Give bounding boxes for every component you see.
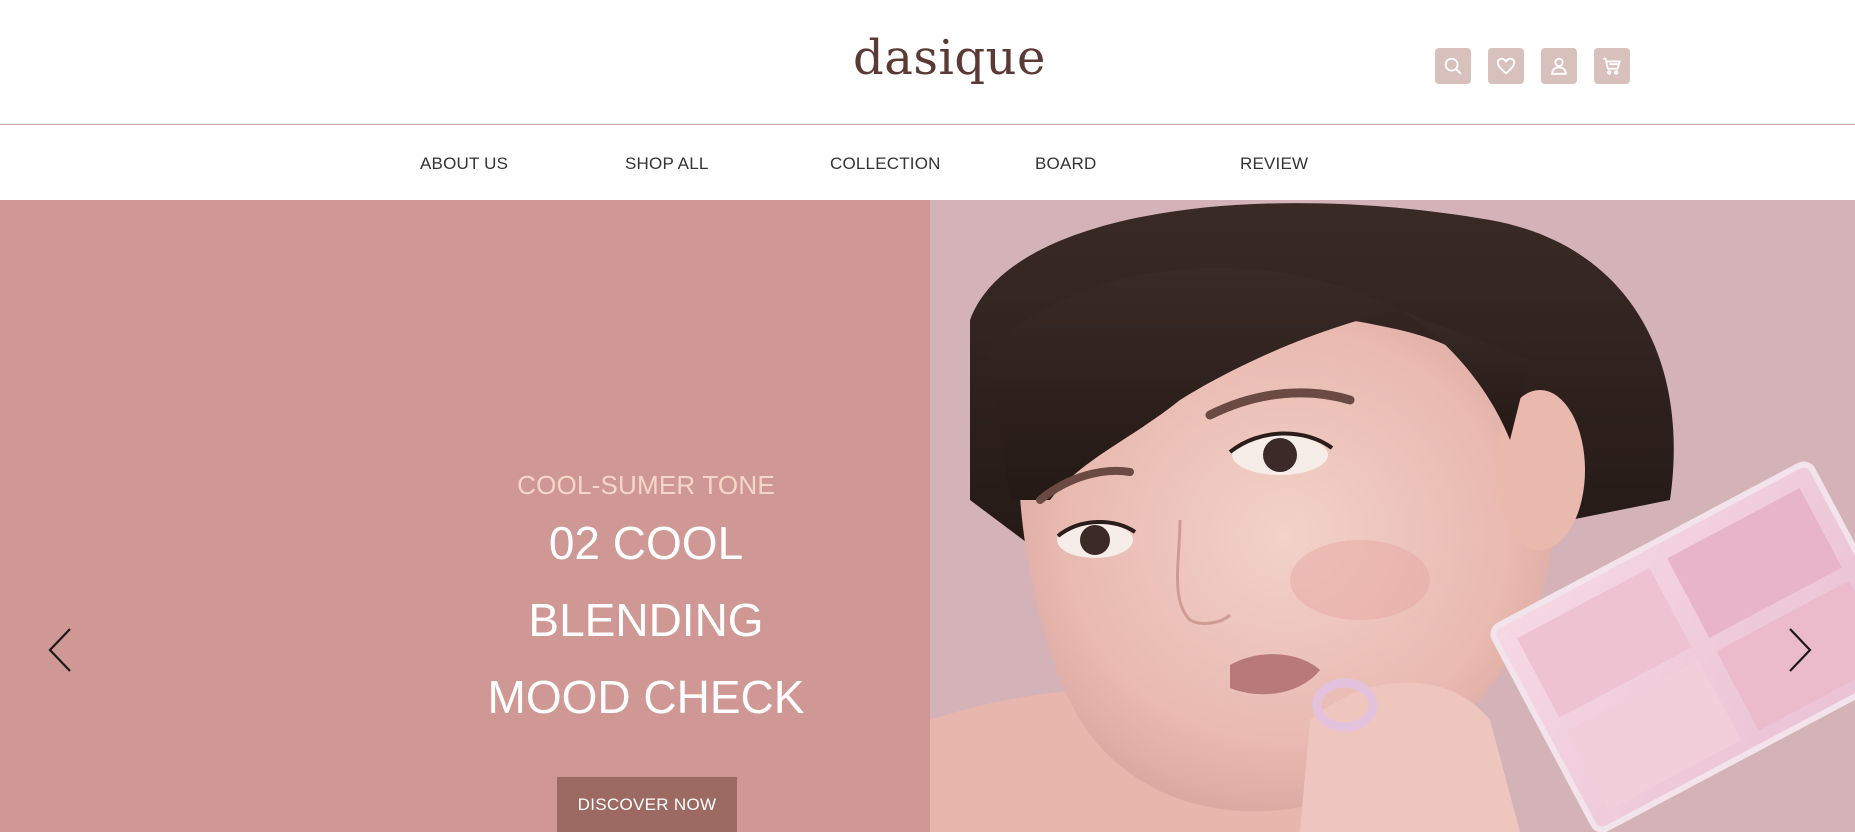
nav-item-collection[interactable]: COLLECTION [830,154,941,174]
chevron-right-icon [1789,628,1812,672]
hero-slider: COOL-SUMER TONE 02 COOL BLENDING MOOD CH… [0,200,1855,832]
nav-item-review[interactable]: REVIEW [1240,154,1308,174]
chevron-left-icon [48,628,71,672]
next-slide-arrow[interactable] [1784,625,1814,675]
hero-text-panel: COOL-SUMER TONE 02 COOL BLENDING MOOD CH… [0,200,930,832]
cart-icon[interactable] [1594,48,1630,84]
hero-headline: 02 COOL BLENDING MOOD CHECK [430,505,862,736]
main-nav: ABOUT US SHOP ALL COLLECTION BOARD REVIE… [0,126,1855,200]
user-icon[interactable] [1541,48,1577,84]
hero-image [930,200,1855,832]
nav-item-about-us[interactable]: ABOUT US [420,154,508,174]
hero-headline-line: MOOD CHECK [487,671,805,723]
search-icon[interactable] [1435,48,1471,84]
hero-headline-line: 02 COOL [548,517,744,569]
discover-now-button[interactable]: DISCOVER NOW [557,777,737,832]
hero-text: COOL-SUMER TONE 02 COOL BLENDING MOOD CH… [430,470,862,736]
brand-logo[interactable]: dasique [853,30,1046,86]
site-header: dasique [0,0,1855,125]
header-icons [1435,48,1630,84]
nav-item-shop-all[interactable]: SHOP ALL [625,154,709,174]
heart-icon[interactable] [1488,48,1524,84]
prev-slide-arrow[interactable] [46,625,76,675]
nav-item-board[interactable]: BOARD [1035,154,1096,174]
model-portrait-image [930,200,1855,832]
hero-eyebrow: COOL-SUMER TONE [517,470,775,500]
hero-headline-line: BLENDING [528,594,764,646]
